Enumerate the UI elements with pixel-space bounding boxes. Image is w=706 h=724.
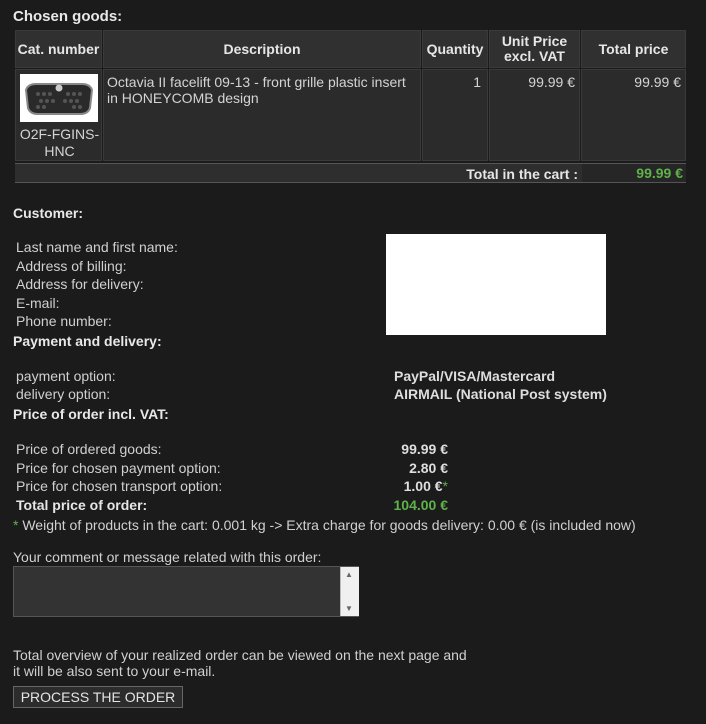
overview-text-2: it will be also sent to your e-mail. [13,663,216,679]
payment-price-value: 2.80 € [409,460,448,476]
header-total-price: Total price [581,30,686,68]
header-cat-number: Cat. number [15,30,102,68]
customer-name-label: Last name and first name: [16,239,178,255]
header-quantity: Quantity [422,30,488,68]
cart-total-value: 99.99 € [582,164,686,182]
cart-total-label: Total in the cart : [466,166,578,182]
scroll-down-icon[interactable]: ▼ [345,604,353,613]
customer-phone-label: Phone number: [16,313,112,329]
delivery-option-label: delivery option: [16,386,111,402]
chosen-goods-title: Chosen goods: [13,8,123,25]
payment-option-value: PayPal/VISA/Mastercard [394,368,556,384]
payment-title: Payment and delivery: [13,333,162,349]
weight-note: * Weight of products in the cart: 0.001 … [13,516,636,534]
comment-scrollbar[interactable]: ▲ ▼ [340,567,359,616]
ordered-goods-label: Price of ordered goods: [16,441,162,457]
ordered-goods-value: 99.99 € [401,441,448,457]
scroll-up-icon[interactable]: ▲ [345,570,353,579]
price-title: Price of order incl. VAT: [13,406,169,422]
transport-star: * [442,478,448,494]
total-order-label: Total price of order: [16,497,148,513]
payment-option-label: payment option: [16,368,116,384]
header-description: Description [103,30,421,68]
customer-delivery-label: Address for delivery: [16,276,144,292]
cat-number-value: O2F-FGINS-HNC [19,126,100,159]
table-row-cat-cell: O2F-FGINS-HNC [15,69,102,161]
unit-price-value: 99.99 € [489,69,580,161]
total-order-value: 104.00 € [393,497,449,513]
cart-total-row: Total in the cart : 99.99 € [15,163,686,183]
delivery-option-value: AIRMAIL (National Post system) [394,386,607,402]
transport-price-wrap: 1.00 €* [368,477,448,495]
customer-billing-label: Address of billing: [16,258,127,274]
payment-price-label: Price for chosen payment option: [16,460,221,476]
grille-thumbnail-icon[interactable] [20,74,98,122]
transport-price-value: 1.00 € [403,478,443,494]
total-price-value: 99.99 € [581,69,686,161]
customer-title: Customer: [13,205,84,221]
header-unit-price: Unit Price excl. VAT [489,30,580,68]
customer-email-label: E-mail: [16,295,60,311]
customer-details-box [386,234,606,335]
transport-price-label: Price for chosen transport option: [16,478,223,494]
weight-note-star: * [13,517,19,533]
comment-textarea[interactable] [13,566,359,617]
cart-table: Cat. number Description Quantity Unit Pr… [15,30,686,185]
quantity-value: 1 [422,69,488,161]
process-order-button[interactable]: PROCESS THE ORDER [13,686,183,708]
comment-label: Your comment or message related with thi… [13,549,322,565]
description-value[interactable]: Octavia II facelift 09-13 - front grille… [103,69,421,161]
weight-note-text: Weight of products in the cart: 0.001 kg… [22,517,636,533]
